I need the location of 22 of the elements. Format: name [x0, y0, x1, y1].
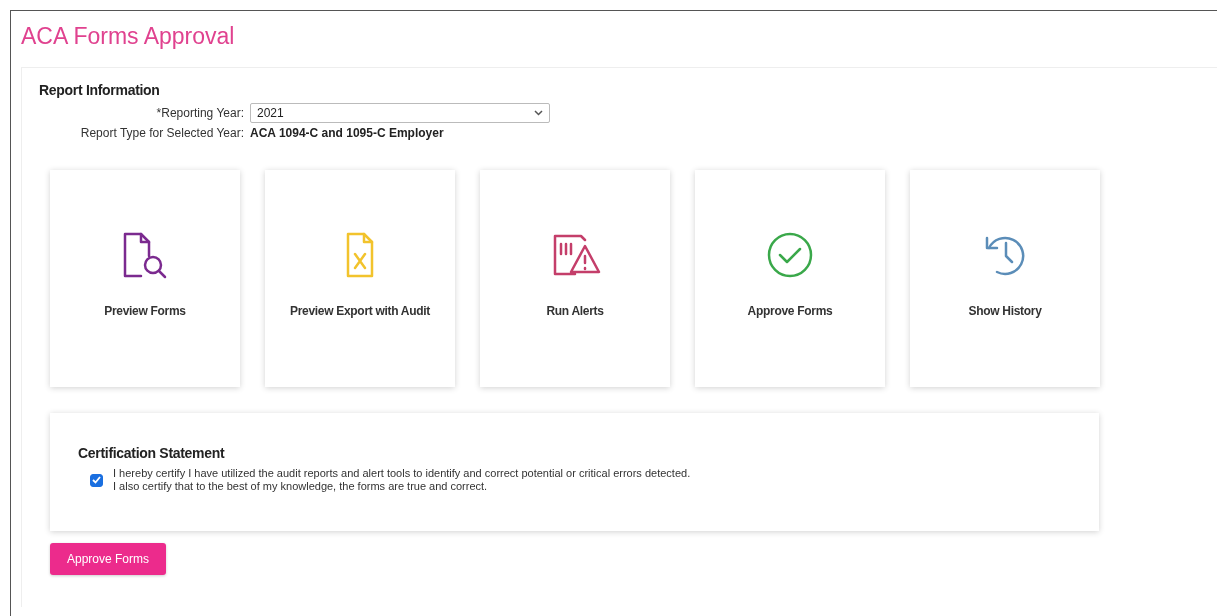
checkbox[interactable]: [90, 473, 103, 487]
approve-button[interactable]: Approve Forms: [50, 543, 166, 575]
action-card[interactable]: Show History: [910, 170, 1100, 387]
certification-text: I hereby certify I have utilized the audit reports and alert tools to identify and correct potential or critical errors detected.: [113, 467, 691, 480]
section-heading: Report Information: [39, 82, 161, 98]
card-label: Show History: [968, 304, 1042, 318]
card-label: Approve Forms: [747, 304, 833, 318]
field-label: Report Type for Selected Year:: [80, 126, 244, 140]
card-label: Preview Export with Audit: [289, 304, 431, 318]
certification-text: I also certify that to the best of my knowledge, the forms are true and correct.: [113, 480, 489, 493]
card-label: Run Alerts: [546, 304, 604, 318]
field-label: *Reporting Year:: [156, 106, 244, 120]
page-title: ACA Forms Approval: [21, 23, 236, 51]
year-dropdown[interactable]: 2021: [250, 103, 550, 123]
action-card[interactable]: Approve Forms: [695, 170, 885, 387]
chevron-icon: [534, 110, 543, 116]
card-label: Preview Forms: [104, 304, 186, 318]
action-card[interactable]: Run Alerts: [480, 170, 670, 387]
section-heading: Certification Statement: [78, 445, 226, 461]
action-card[interactable]: Preview Export with Audit: [265, 170, 455, 387]
action-card[interactable]: Preview Forms: [50, 170, 240, 387]
report-type-value: ACA 1094-C and 1095-C Employer: [250, 126, 445, 140]
